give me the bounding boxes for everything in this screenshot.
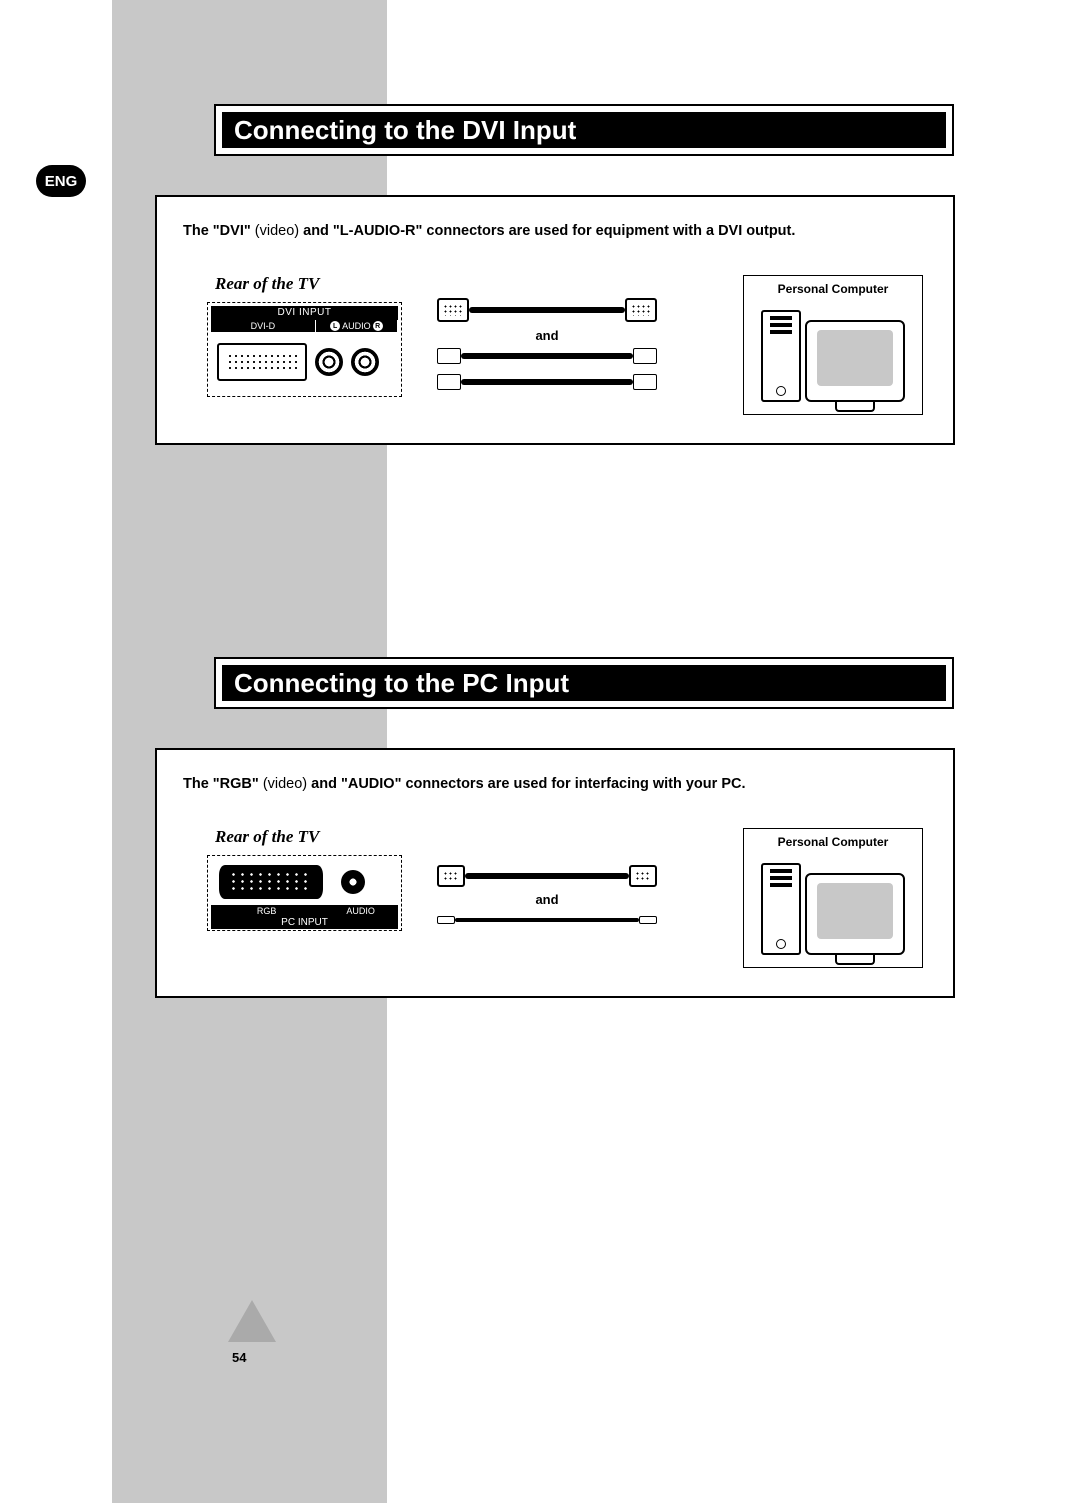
desc-part-light: (video) — [255, 223, 303, 239]
pc-label: Personal Computer — [750, 282, 916, 296]
pc-input-panel: RGB AUDIO PC INPUT — [207, 855, 402, 931]
section-title-pc: Connecting to the PC Input — [214, 657, 954, 709]
pc-monitor-icon — [805, 873, 905, 955]
rca-plug-icon — [633, 348, 657, 364]
audio-plug-icon — [437, 916, 455, 924]
title-text: Connecting to the DVI Input — [234, 115, 576, 146]
monitor-base-icon — [835, 402, 875, 412]
dvi-d-port-icon — [217, 343, 307, 381]
rca-left-icon — [315, 348, 343, 376]
desc-part: The "RGB" — [183, 776, 263, 792]
cable-line-icon — [461, 353, 633, 359]
vga-port-icon — [219, 865, 323, 899]
dvi-panel-sub: DVI-D L AUDIO R — [211, 320, 398, 332]
pc-illustration — [750, 302, 916, 402]
pc-monitor-icon — [805, 320, 905, 402]
and-label: and — [437, 328, 657, 343]
pc-ports-row — [211, 859, 398, 905]
triangle-marker-icon — [228, 1300, 276, 1342]
dvi-plug-icon — [625, 298, 657, 322]
cable-line-icon — [455, 918, 639, 922]
audio-mid: AUDIO — [342, 321, 371, 331]
and-label: and — [437, 892, 657, 907]
language-badge: ENG — [36, 165, 86, 197]
pc-tower-icon — [761, 310, 801, 402]
cable-line-icon — [469, 307, 625, 313]
section-box-dvi: The "DVI" (video) and "L-AUDIO-R" connec… — [155, 195, 955, 445]
cable-line-icon — [465, 873, 629, 879]
section-title-dvi: Connecting to the DVI Input — [214, 104, 954, 156]
pc-label: Personal Computer — [750, 835, 916, 849]
personal-computer-box: Personal Computer — [743, 275, 923, 415]
rear-of-tv-label: Rear of the TV — [215, 827, 319, 847]
vga-plug-icon — [437, 865, 465, 887]
rca-plug-icon — [437, 348, 461, 364]
audio-jack-icon — [341, 870, 365, 894]
desc-part-light: (video) — [263, 776, 311, 792]
rca-plug-icon — [437, 374, 461, 390]
desc-part: and "AUDIO" connectors are used for inte… — [311, 776, 745, 792]
dvi-d-label: DVI-D — [211, 320, 316, 332]
pc-illustration — [750, 855, 916, 955]
audio-plug-icon — [639, 916, 657, 924]
dvi-panel-header: DVI INPUT — [211, 306, 398, 320]
desc-part: and "L-AUDIO-R" connectors are used for … — [303, 223, 795, 239]
pc-cables-illustration: and — [437, 860, 657, 940]
dvi-cables-illustration: and — [437, 292, 657, 402]
monitor-base-icon — [835, 955, 875, 965]
dvi-plug-icon — [437, 298, 469, 322]
cable-line-icon — [461, 379, 633, 385]
rgb-label: RGB — [211, 905, 323, 916]
vga-plug-icon — [629, 865, 657, 887]
rca-plug-icon — [633, 374, 657, 390]
audio-label: AUDIO — [323, 905, 398, 916]
pc-panel-footer: PC INPUT — [211, 916, 398, 929]
page-number: 54 — [232, 1350, 246, 1365]
pc-panel-sub: RGB AUDIO — [211, 905, 398, 916]
dvi-description: The "DVI" (video) and "L-AUDIO-R" connec… — [183, 221, 927, 241]
desc-part: The "DVI" — [183, 223, 255, 239]
rear-of-tv-label: Rear of the TV — [215, 274, 319, 294]
pc-tower-icon — [761, 863, 801, 955]
pc-description: The "RGB" (video) and "AUDIO" connectors… — [183, 774, 927, 794]
dvi-input-panel: DVI INPUT DVI-D L AUDIO R — [207, 302, 402, 397]
audio-lr-label: L AUDIO R — [316, 320, 398, 332]
title-text: Connecting to the PC Input — [234, 668, 569, 699]
rca-right-icon — [351, 348, 379, 376]
section-box-pc: The "RGB" (video) and "AUDIO" connectors… — [155, 748, 955, 998]
dvi-ports-row — [211, 332, 398, 392]
audio-r: R — [373, 321, 383, 331]
personal-computer-box: Personal Computer — [743, 828, 923, 968]
audio-l: L — [330, 321, 340, 331]
